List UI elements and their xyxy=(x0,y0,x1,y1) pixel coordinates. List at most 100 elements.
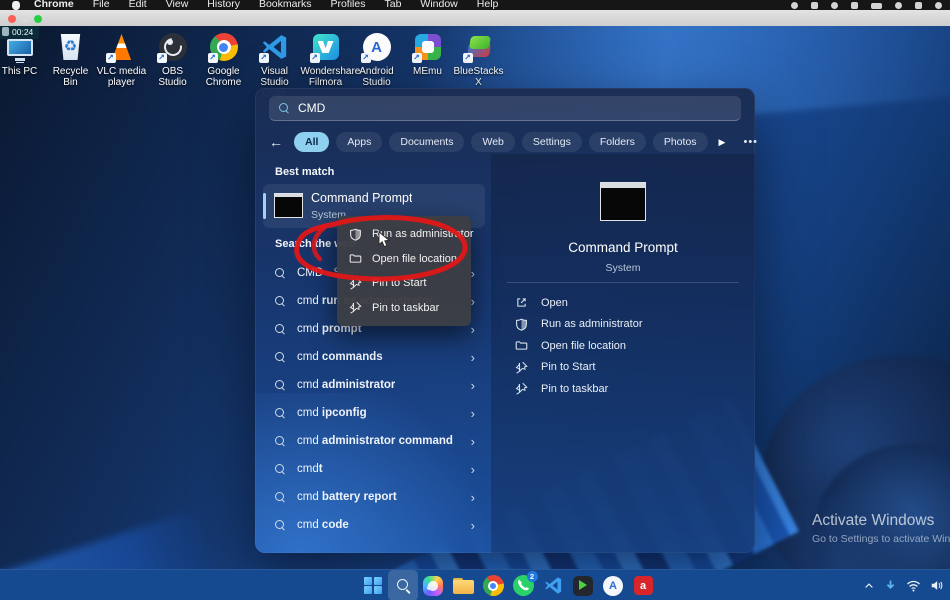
desktop-icon-recycle-bin[interactable]: ♻ Recycle Bin xyxy=(45,30,96,100)
preview-subtitle: System xyxy=(605,262,641,274)
search-icon xyxy=(275,408,285,418)
more-tabs-icon[interactable]: ▶ xyxy=(715,137,730,148)
menu-tab[interactable]: Tab xyxy=(384,0,401,10)
suggestion-cmd-commands[interactable]: cmd commands › xyxy=(255,343,491,371)
chevron-right-icon: › xyxy=(470,405,475,421)
apple-logo-icon[interactable] xyxy=(12,1,20,10)
taskbar-red-a-app-button[interactable]: a xyxy=(628,570,658,600)
chevron-right-icon: › xyxy=(470,517,475,533)
taskbar-copilot-button[interactable] xyxy=(418,570,448,600)
menu-bookmarks[interactable]: Bookmarks xyxy=(259,0,312,10)
tab-apps[interactable]: Apps xyxy=(336,132,383,152)
context-pin-to-taskbar[interactable]: Pin to taskbar xyxy=(337,296,471,321)
preview-title: Command Prompt xyxy=(568,240,678,255)
blue-down-arrow-icon[interactable] xyxy=(884,579,897,592)
wifi-icon[interactable] xyxy=(906,579,921,592)
context-run-as-administrator[interactable]: Run as administrator xyxy=(337,222,474,247)
overflow-menu-icon[interactable]: ••• xyxy=(743,136,758,148)
menu-view[interactable]: View xyxy=(166,0,189,10)
chevron-up-icon[interactable] xyxy=(863,580,875,592)
start-button[interactable] xyxy=(358,570,388,600)
suggestion-cmd-administrator[interactable]: cmd administrator › xyxy=(255,371,491,399)
taskbar-chrome-button[interactable] xyxy=(478,570,508,600)
zoom-window-button[interactable] xyxy=(34,14,42,23)
folder-icon xyxy=(349,254,362,263)
suggestion-cmd-code[interactable]: cmd code › xyxy=(255,511,491,539)
shortcut-arrow-icon: ↗ xyxy=(156,53,167,63)
file-explorer-icon xyxy=(452,577,474,594)
action-open[interactable]: Open xyxy=(491,292,755,314)
taskbar-file-explorer-button[interactable] xyxy=(448,570,478,600)
pin-icon xyxy=(349,302,362,314)
close-window-button[interactable] xyxy=(8,14,16,23)
menu-file[interactable]: File xyxy=(93,0,110,10)
action-open-file-location[interactable]: Open file location xyxy=(491,335,755,357)
suggestion-cmd-ipconfig[interactable]: cmd ipconfig › xyxy=(255,399,491,427)
chevron-right-icon: › xyxy=(470,321,475,337)
action-pin-to-taskbar[interactable]: Pin to taskbar xyxy=(491,378,755,400)
desktop-icon-obs[interactable]: ↗ OBS Studio xyxy=(147,30,198,100)
copilot-icon xyxy=(423,575,443,596)
admin-shield-icon xyxy=(516,318,527,331)
chevron-right-icon: › xyxy=(470,489,475,505)
shortcut-arrow-icon: ↗ xyxy=(207,53,218,63)
taskbar-search-button[interactable] xyxy=(388,570,418,600)
chevron-right-icon: › xyxy=(470,461,475,477)
search-icon xyxy=(275,380,285,390)
search-query-text: CMD xyxy=(298,101,326,115)
action-pin-to-start[interactable]: Pin to Start xyxy=(491,357,755,379)
action-run-as-administrator[interactable]: Run as administrator xyxy=(491,314,755,336)
back-arrow-icon[interactable]: ← xyxy=(269,134,283,150)
menu-window[interactable]: Window xyxy=(420,0,457,10)
tab-web[interactable]: Web xyxy=(471,132,515,152)
suggestion-cmdt[interactable]: cmdt › xyxy=(255,455,491,483)
suggestion-cmd-administrator-command[interactable]: cmd administrator command › xyxy=(255,427,491,455)
taskbar-android-studio-button[interactable]: A xyxy=(598,570,628,600)
chrome-icon xyxy=(482,575,504,596)
desktop-icon-this-pc[interactable]: This PC xyxy=(0,30,45,100)
menu-chrome[interactable]: Chrome xyxy=(34,0,74,10)
shortcut-arrow-icon: ↗ xyxy=(462,53,473,63)
suggestion-cmd-battery-report[interactable]: cmd battery report › xyxy=(255,483,491,511)
command-prompt-icon xyxy=(274,193,303,218)
search-input[interactable]: CMD xyxy=(269,96,741,121)
desktop-icon-chrome[interactable]: ↗ Google Chrome xyxy=(198,30,249,100)
recording-time: 00:24 xyxy=(12,26,34,37)
android-studio-icon: A xyxy=(603,575,623,596)
tab-documents[interactable]: Documents xyxy=(389,132,465,152)
menubar-status-icons[interactable] xyxy=(791,2,942,9)
menu-history[interactable]: History xyxy=(207,0,240,10)
pin-icon xyxy=(515,383,528,395)
tab-folders[interactable]: Folders xyxy=(588,132,646,152)
context-pin-to-start[interactable]: Pin to Start xyxy=(337,271,471,296)
context-menu: Run as administrator Open file location … xyxy=(337,216,474,326)
desktop-icon-vlc[interactable]: ↗ VLC media player xyxy=(96,30,147,100)
taskbar-vscode-button[interactable] xyxy=(538,570,568,600)
tab-all[interactable]: All xyxy=(294,132,330,152)
search-icon xyxy=(275,296,285,306)
shortcut-arrow-icon: ↗ xyxy=(105,53,116,63)
tab-settings[interactable]: Settings xyxy=(521,132,582,152)
taskbar: 2 A a xyxy=(0,569,950,600)
tab-photos[interactable]: Photos xyxy=(652,132,708,152)
chevron-right-icon: › xyxy=(470,377,475,393)
minimize-window-button[interactable] xyxy=(21,14,29,23)
search-icon xyxy=(275,436,285,446)
preview-actions: Open Run as administrator Open file loca… xyxy=(491,292,755,400)
menu-profiles[interactable]: Profiles xyxy=(330,0,365,10)
taskbar-center-icons: 2 A a xyxy=(358,570,658,600)
this-pc-icon xyxy=(6,38,33,61)
vscode-icon xyxy=(544,577,561,594)
chevron-right-icon: › xyxy=(470,293,475,309)
menu-edit[interactable]: Edit xyxy=(129,0,147,10)
taskbar-whatsapp-button[interactable]: 2 xyxy=(508,570,538,600)
recording-timer-badge: 00:24 xyxy=(0,26,40,39)
best-match-header: Best match xyxy=(275,166,335,178)
taskbar-memu-button[interactable] xyxy=(568,570,598,600)
shortcut-arrow-icon: ↗ xyxy=(309,53,320,63)
volume-icon[interactable] xyxy=(930,579,944,592)
memu-icon xyxy=(573,575,593,596)
menu-help[interactable]: Help xyxy=(477,0,499,10)
command-prompt-icon xyxy=(600,182,646,221)
context-open-file-location[interactable]: Open file location xyxy=(337,247,471,272)
